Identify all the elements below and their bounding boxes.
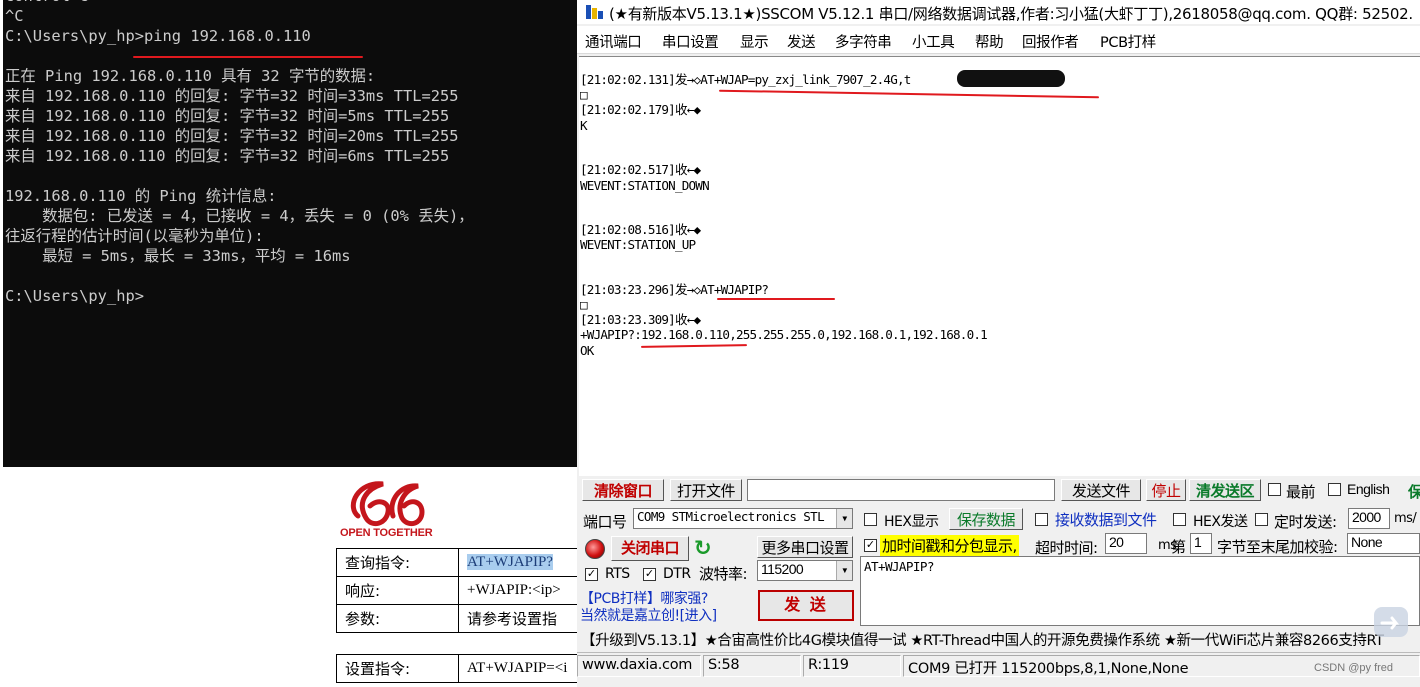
menu-serial-settings[interactable]: 串口设置: [662, 31, 719, 52]
sscom-app-icon: [586, 5, 603, 19]
underline-annotation: [640, 344, 748, 348]
refresh-icon[interactable]: ↻: [694, 536, 712, 561]
more-serial-settings-button[interactable]: 更多串口设置: [757, 536, 853, 558]
checksum-label: 字节至末尾加校验:: [1217, 538, 1338, 556]
baud-label: 波特率:: [699, 565, 748, 583]
send-button[interactable]: 发 送: [758, 590, 854, 621]
csdn-watermark: CSDN @py fred: [1314, 662, 1394, 674]
window-title: (★有新版本V5.13.1★)SSCOM V5.12.1 串口/网络数据调试器,…: [609, 5, 1413, 23]
timed-send-checkbox[interactable]: [1255, 513, 1268, 526]
menu-bar: 通讯端口 串口设置 显示 发送 多字符串 小工具 帮助 回报作者 PCB打样: [577, 26, 1420, 54]
status-recv-count: R:119: [803, 655, 901, 677]
port-label: 端口号: [583, 513, 627, 531]
recv-line: OK: [580, 343, 594, 358]
port-status-led-icon: [585, 539, 605, 559]
recv-to-file-checkbox[interactable]: [1035, 513, 1048, 526]
baud-select[interactable]: 115200 ▼: [757, 560, 853, 581]
topmost-checkbox[interactable]: [1268, 483, 1281, 496]
recv-line: □: [580, 297, 588, 312]
menu-help[interactable]: 帮助: [975, 31, 1004, 52]
clear-send-button[interactable]: 清发送区: [1189, 479, 1261, 501]
cmd-terminal[interactable]: control-C ^C C:\Users\py_hp>ping 192.168…: [3, 0, 577, 467]
interval-input[interactable]: 2000: [1348, 508, 1390, 529]
recv-line: [21:02:02.179]收←◆: [580, 102, 701, 117]
chevron-down-icon: ▼: [836, 561, 852, 580]
save-data-button[interactable]: 保存数据: [949, 508, 1023, 530]
rts-checkbox[interactable]: ✓: [585, 568, 598, 581]
open-file-button[interactable]: 打开文件: [670, 479, 742, 501]
menu-display[interactable]: 显示: [740, 31, 769, 52]
english-checkbox[interactable]: [1328, 483, 1341, 496]
chevron-down-icon: ▼: [836, 509, 852, 528]
dtr-label: DTR: [663, 566, 691, 582]
recv-line: WEVENT:STATION_UP: [580, 237, 696, 252]
menu-comm-port[interactable]: 通讯端口: [585, 31, 642, 52]
menu-multi-string[interactable]: 多字符串: [835, 31, 892, 52]
redacted-password: [957, 70, 1065, 87]
recv-line: □: [580, 87, 588, 102]
menu-tools[interactable]: 小工具: [912, 31, 955, 52]
timeout-input[interactable]: 20: [1105, 533, 1147, 554]
title-bar: (★有新版本V5.13.1★)SSCOM V5.12.1 串口/网络数据调试器,…: [577, 0, 1420, 24]
terminal-output: control-C ^C C:\Users\py_hp>ping 192.168…: [5, 0, 474, 305]
stop-button[interactable]: 停止: [1146, 479, 1186, 501]
status-sent-count: S:58: [703, 655, 801, 677]
underline-annotation: [717, 298, 835, 300]
timestamp-label: 加时间戳和分包显示,: [880, 535, 1019, 556]
nth-label: 第: [1171, 538, 1186, 556]
sscom-window: (★有新版本V5.13.1★)SSCOM V5.12.1 串口/网络数据调试器,…: [577, 0, 1420, 687]
recv-line: [21:02:02.517]收←◆: [580, 162, 701, 177]
table-key: 查询指令:: [336, 548, 459, 577]
pcb-ad-line2[interactable]: 当然就是嘉立创![进入]: [580, 605, 717, 625]
port-select[interactable]: COM9 STMicroelectronics STL ▼: [633, 508, 853, 529]
clear-window-button[interactable]: 清除窗口: [582, 479, 664, 501]
news-ticker[interactable]: 【升级到V5.13.1】★合宙高性价比4G模块值得一试 ★RT-Thread中国…: [577, 626, 1420, 650]
menu-pcb[interactable]: PCB打样: [1100, 31, 1156, 52]
table-key: 响应:: [336, 576, 459, 605]
dtr-checkbox[interactable]: ✓: [643, 568, 656, 581]
hex-display-checkbox[interactable]: [864, 513, 877, 526]
recv-line: WEVENT:STATION_DOWN: [580, 178, 710, 193]
recv-line: K: [580, 118, 588, 133]
table-key: 参数:: [336, 604, 459, 633]
table-key: 设置指令:: [336, 654, 459, 683]
hex-display-label: HEX显示: [884, 514, 939, 530]
underline-annotation: [133, 56, 363, 58]
send-file-button[interactable]: 发送文件: [1061, 479, 1141, 501]
status-bar: www.daxia.com S:58 R:119 COM9 已打开 115200…: [577, 652, 1420, 678]
topmost-label: 最前: [1286, 483, 1316, 501]
hex-send-label: HEX发送: [1193, 514, 1248, 530]
underline-annotation: [719, 89, 1099, 99]
receive-area[interactable]: [21:02:02.131]发→◇AT+WJAP=py_zxj_link_790…: [579, 56, 1420, 476]
recv-line: [21:02:02.131]发→◇AT+WJAP=py_zxj_link_790…: [580, 72, 911, 87]
save-params-label[interactable]: 保: [1408, 481, 1420, 502]
rts-label: RTS: [605, 566, 630, 582]
menu-report-author[interactable]: 回报作者: [1022, 31, 1079, 52]
timed-send-label: 定时发送:: [1274, 513, 1337, 531]
timeout-label: 超时时间:: [1035, 539, 1098, 557]
timestamp-checkbox[interactable]: ✓: [864, 539, 877, 552]
recv-line: +WJAPIP?:192.168.0.110,255.255.255.0,192…: [580, 327, 988, 342]
recv-line: [21:03:23.309]收←◆: [580, 312, 701, 327]
english-label: English: [1347, 481, 1390, 497]
recv-line: [21:03:23.296]发→◇AT+WJAPIP?: [580, 282, 769, 297]
recv-to-file-label: 接收数据到文件: [1055, 511, 1157, 529]
nth-byte-input[interactable]: 1: [1190, 533, 1212, 554]
checksum-select[interactable]: None: [1347, 533, 1420, 554]
send-textarea[interactable]: AT+WJAPIP?: [860, 556, 1420, 626]
file-path-input[interactable]: [747, 479, 1055, 501]
csdn-watermark-icon: [1374, 607, 1408, 637]
status-url[interactable]: www.daxia.com: [577, 655, 701, 677]
menu-send[interactable]: 发送: [787, 31, 816, 52]
logo-caption: OPEN TOGETHER: [340, 527, 433, 539]
recv-line: [21:02:08.516]收←◆: [580, 222, 701, 237]
hex-send-checkbox[interactable]: [1173, 513, 1186, 526]
close-port-button[interactable]: 关闭串口: [611, 536, 689, 561]
interval-unit-label: ms/: [1394, 511, 1417, 526]
